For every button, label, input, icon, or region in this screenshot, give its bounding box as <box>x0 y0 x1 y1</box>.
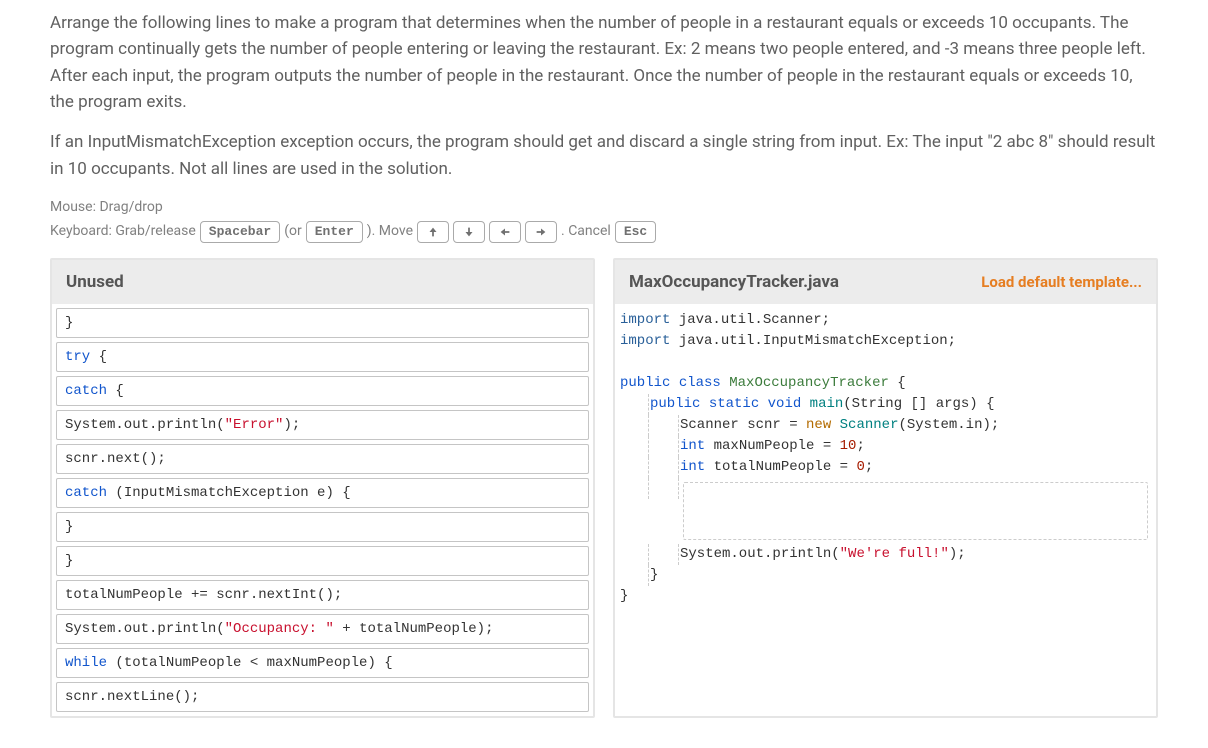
editor-filename: MaxOccupancyTracker.java <box>629 272 839 292</box>
key-down <box>453 221 485 243</box>
code-block[interactable]: System.out.println("Error"); <box>56 410 589 440</box>
key-esc: Esc <box>615 221 656 243</box>
arrow-down-icon <box>462 225 476 239</box>
code-block[interactable]: System.out.println("Occupancy: " + total… <box>56 614 589 644</box>
code-line: } <box>615 565 1156 586</box>
code-line: import java.util.InputMismatchException; <box>615 331 1156 352</box>
code-block[interactable]: while (totalNumPeople < maxNumPeople) { <box>56 648 589 678</box>
unused-title: Unused <box>66 272 124 292</box>
code-line: public static void main(String [] args) … <box>615 394 1156 415</box>
arrow-up-icon <box>426 225 440 239</box>
code-line <box>615 352 1156 373</box>
drop-slot[interactable] <box>683 482 1148 540</box>
key-left <box>489 221 521 243</box>
code-block[interactable]: scnr.nextLine(); <box>56 682 589 712</box>
code-line: } <box>615 586 1156 607</box>
code-block[interactable]: } <box>56 308 589 338</box>
editor-column: MaxOccupancyTracker.java Load default te… <box>613 258 1158 718</box>
code-block[interactable]: scnr.next(); <box>56 444 589 474</box>
key-up <box>417 221 449 243</box>
arrow-left-icon <box>498 225 512 239</box>
code-block[interactable]: catch { <box>56 376 589 406</box>
code-line: import java.util.Scanner; <box>615 310 1156 331</box>
unused-column: Unused } try { catch { System.out.println("… <box>50 258 595 718</box>
key-enter: Enter <box>306 221 363 243</box>
arrow-right-icon <box>534 225 548 239</box>
controls-hint: Mouse: Drag/drop Keyboard: Grab/release … <box>50 196 1158 244</box>
load-template-link[interactable]: Load default template... <box>981 273 1142 291</box>
unused-block-list[interactable]: } try { catch { System.out.println("Error")… <box>52 308 593 712</box>
mouse-hint: Mouse: Drag/drop <box>50 196 163 220</box>
code-line: System.out.println("We're full!"); <box>615 544 1156 565</box>
code-line: int totalNumPeople = 0; <box>615 457 1156 478</box>
code-block[interactable]: try { <box>56 342 589 372</box>
code-block[interactable]: } <box>56 546 589 576</box>
keyboard-hint: Keyboard: Grab/release <box>50 220 196 244</box>
code-line: public class MaxOccupancyTracker { <box>615 373 1156 394</box>
code-line: Scanner scnr = new Scanner(System.in); <box>615 415 1156 436</box>
code-block[interactable]: catch (InputMismatchException e) { <box>56 478 589 508</box>
key-right <box>525 221 557 243</box>
code-area[interactable]: import java.util.Scanner;import java.uti… <box>615 304 1156 613</box>
code-line: int maxNumPeople = 10; <box>615 436 1156 457</box>
code-block[interactable]: totalNumPeople += scnr.nextInt(); <box>56 580 589 610</box>
instructions-p2: If an InputMismatchException exception o… <box>50 129 1158 182</box>
code-block[interactable]: } <box>56 512 589 542</box>
key-spacebar: Spacebar <box>200 221 280 243</box>
instructions-p1: Arrange the following lines to make a pr… <box>50 10 1158 115</box>
